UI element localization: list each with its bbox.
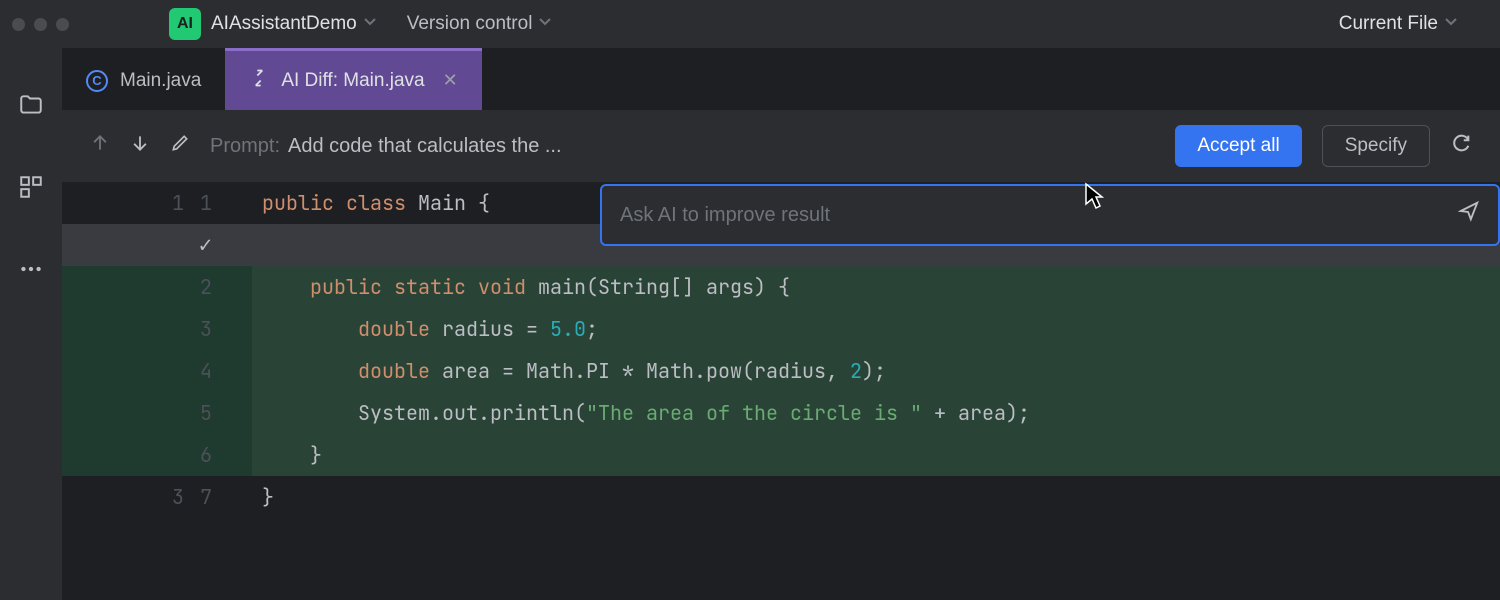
edit-icon[interactable]	[170, 133, 190, 159]
reload-icon[interactable]	[1450, 132, 1472, 160]
prompt-display: Prompt: Add code that calculates the ...	[210, 135, 1155, 158]
ask-ai-popup	[600, 184, 1500, 246]
checkmark-icon[interactable]: ✓	[199, 224, 212, 266]
more-icon[interactable]	[18, 256, 44, 282]
gutter: 37	[62, 476, 252, 518]
code-line[interactable]: 37}	[62, 476, 1500, 518]
tab-label: Main.java	[120, 70, 201, 92]
code-editor[interactable]: 11public class Main {✓2 public static vo…	[62, 182, 1500, 600]
code-content[interactable]: }	[252, 476, 1500, 518]
specify-button[interactable]: Specify	[1322, 125, 1430, 167]
version-control-menu[interactable]: Version control	[407, 13, 533, 35]
gutter: 5	[62, 392, 252, 434]
code-line[interactable]: 3 double radius = 5.0;	[62, 308, 1500, 350]
diff-icon	[249, 68, 269, 94]
chevron-down-icon[interactable]	[1444, 15, 1458, 34]
tab-bar: C Main.java AI Diff: Main.java ✕	[62, 48, 1500, 110]
maximize-window-icon[interactable]	[56, 18, 69, 31]
diff-toolbar: Prompt: Add code that calculates the ...…	[62, 110, 1500, 182]
chevron-down-icon[interactable]	[538, 15, 552, 34]
ask-ai-input[interactable]	[620, 204, 1446, 227]
prompt-text: Add code that calculates the ...	[288, 135, 562, 158]
ai-badge-icon: AI	[169, 8, 201, 40]
code-content[interactable]: public static void main(String[] args) {	[252, 266, 1500, 308]
send-icon[interactable]	[1458, 194, 1480, 236]
folder-icon[interactable]	[18, 92, 44, 118]
accept-all-button[interactable]: Accept all	[1175, 125, 1301, 167]
code-content[interactable]: }	[252, 434, 1500, 476]
code-line[interactable]: 4 double area = Math.PI * Math.pow(radiu…	[62, 350, 1500, 392]
structure-icon[interactable]	[18, 174, 44, 200]
titlebar: AI AIAssistantDemo Version control Curre…	[0, 0, 1500, 48]
gutter: 4	[62, 350, 252, 392]
project-name[interactable]: AIAssistantDemo	[211, 13, 357, 35]
gutter: 11	[62, 182, 252, 224]
prev-change-icon[interactable]	[90, 133, 110, 159]
prompt-label: Prompt:	[210, 135, 280, 158]
gutter: 6	[62, 434, 252, 476]
code-line[interactable]: 2 public static void main(String[] args)…	[62, 266, 1500, 308]
gutter: 2	[62, 266, 252, 308]
gutter: 3	[62, 308, 252, 350]
code-line[interactable]: 6 }	[62, 434, 1500, 476]
tab-ai-diff[interactable]: AI Diff: Main.java ✕	[225, 48, 481, 110]
next-change-icon[interactable]	[130, 133, 150, 159]
tab-label: AI Diff: Main.java	[281, 70, 424, 92]
code-line[interactable]: 5 System.out.println("The area of the ci…	[62, 392, 1500, 434]
editor-area: C Main.java AI Diff: Main.java ✕	[62, 48, 1500, 600]
minimize-window-icon[interactable]	[34, 18, 47, 31]
left-tool-rail	[0, 48, 62, 600]
close-icon[interactable]: ✕	[443, 70, 458, 91]
code-content[interactable]: double area = Math.PI * Math.pow(radius,…	[252, 350, 1500, 392]
code-content[interactable]: System.out.println("The area of the circ…	[252, 392, 1500, 434]
code-content[interactable]: double radius = 5.0;	[252, 308, 1500, 350]
gutter: ✓	[62, 224, 252, 266]
class-file-icon: C	[86, 70, 108, 92]
chevron-down-icon[interactable]	[363, 15, 377, 34]
traffic-lights	[12, 18, 69, 31]
tab-main-java[interactable]: C Main.java	[62, 48, 225, 110]
current-file-scope[interactable]: Current File	[1339, 13, 1438, 35]
close-window-icon[interactable]	[12, 18, 25, 31]
